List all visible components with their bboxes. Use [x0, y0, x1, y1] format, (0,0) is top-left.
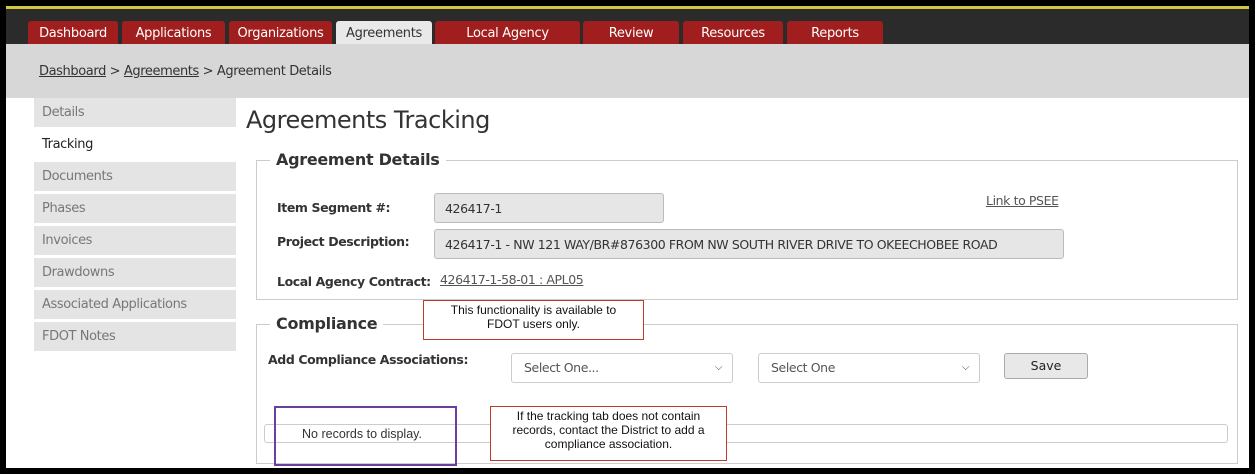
callout-line: records, contact the District to add a	[512, 423, 705, 437]
sidebar-item-fdot-notes[interactable]: FDOT Notes	[34, 322, 236, 351]
compliance-select-2-value: Select One	[771, 360, 835, 375]
fdot-only-callout: This functionality is available to FDOT …	[423, 300, 644, 340]
chevron-down-icon: ⌵	[961, 362, 970, 373]
sidebar-item-associated-applications[interactable]: Associated Applications	[34, 290, 236, 319]
breadcrumb-dashboard-link[interactable]: Dashboard	[39, 64, 106, 79]
sidebar-item-drawdowns[interactable]: Drawdowns	[34, 258, 236, 287]
breadcrumb-current: Agreement Details	[216, 64, 332, 79]
compliance-select-1-value: Select One...	[524, 360, 599, 375]
breadcrumb-agreements-link[interactable]: Agreements	[124, 64, 199, 79]
breadcrumb: Dashboard > Agreements > Agreement Detai…	[39, 64, 332, 79]
callout-line: FDOT users only.	[487, 317, 580, 331]
highlight-box	[274, 406, 457, 466]
sidebar-item-phases[interactable]: Phases	[34, 194, 236, 223]
sidebar-item-documents[interactable]: Documents	[34, 162, 236, 191]
item-segment-field: 426417-1	[434, 193, 664, 223]
compliance-legend: Compliance	[270, 314, 384, 333]
local-agency-contract-label: Local Agency Contract:	[277, 274, 431, 289]
app-frame: Dashboard Applications Organizations Agr…	[6, 6, 1249, 468]
callout-line: If the tracking tab does not contain	[516, 409, 701, 423]
sidebar-item-tracking[interactable]: Tracking	[34, 130, 236, 159]
breadcrumb-bar: Dashboard > Agreements > Agreement Detai…	[6, 44, 1249, 98]
agreement-details-legend: Agreement Details	[270, 150, 446, 169]
sidebar: Details Tracking Documents Phases Invoic…	[34, 98, 236, 354]
project-description-field: 426417-1 - NW 121 WAY/BR#876300 FROM NW …	[434, 229, 1064, 259]
psee-link[interactable]: Link to PSEE	[986, 193, 1059, 208]
chevron-down-icon: ⌵	[714, 362, 723, 373]
add-compliance-label: Add Compliance Associations:	[268, 352, 469, 367]
callout-line: This functionality is available to	[450, 303, 617, 317]
local-agency-contract-link[interactable]: 426417-1-58-01 : APL05	[440, 272, 584, 287]
sidebar-item-details[interactable]: Details	[34, 98, 236, 127]
breadcrumb-separator: >	[105, 64, 124, 79]
compliance-select-2[interactable]: Select One ⌵	[758, 353, 980, 383]
callout-line: compliance association.	[544, 437, 673, 451]
tracking-callout: If the tracking tab does not contain rec…	[490, 406, 727, 461]
item-segment-label: Item Segment #:	[277, 200, 391, 215]
breadcrumb-separator: >	[198, 64, 217, 79]
sidebar-item-invoices[interactable]: Invoices	[34, 226, 236, 255]
top-nav: Dashboard Applications Organizations Agr…	[6, 6, 1249, 67]
page-title: Agreements Tracking	[246, 106, 490, 134]
project-description-label: Project Description:	[277, 234, 410, 249]
compliance-select-1[interactable]: Select One... ⌵	[511, 353, 733, 383]
save-button[interactable]: Save	[1004, 353, 1088, 379]
